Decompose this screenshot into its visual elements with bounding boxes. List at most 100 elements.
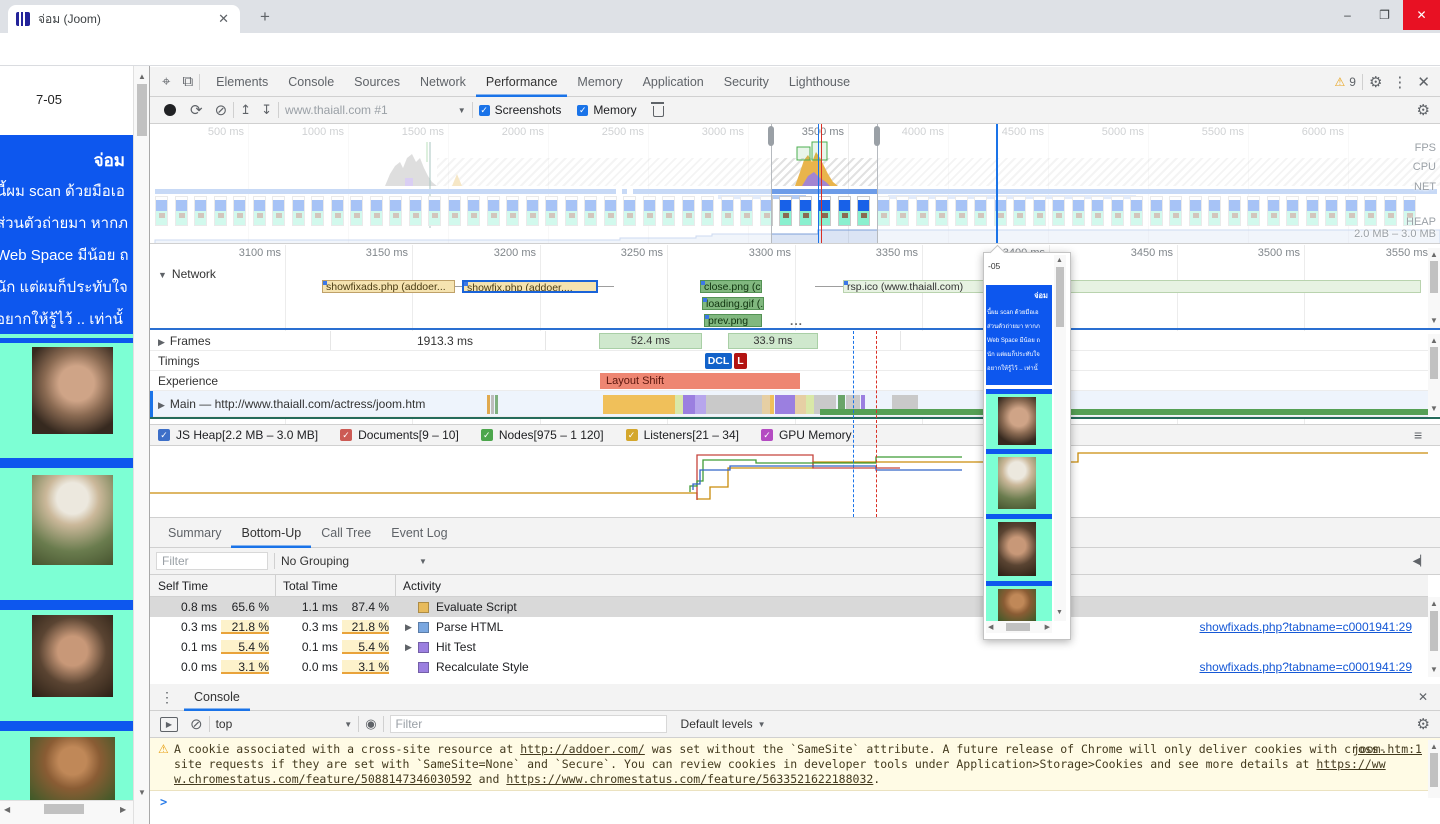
inspect-element-icon[interactable]: ⌖ [162,73,170,90]
counter-gpu-memory[interactable]: ✓GPU Memory [761,428,852,442]
details-tab-bottom-up[interactable]: Bottom-Up [231,518,311,548]
scroll-up-icon[interactable]: ▲ [138,72,146,81]
page-photo[interactable] [30,737,115,800]
page-photo[interactable] [32,615,113,697]
counter-documents[interactable]: ✓Documents[9 – 10] [340,428,459,442]
details-tab-summary[interactable]: Summary [158,518,231,548]
scroll-right-icon[interactable]: ▶ [1045,623,1050,631]
filmstrip-thumbnail[interactable] [838,196,851,226]
warning-source-link[interactable]: joom.htm:1 [1353,742,1422,756]
counter-checkbox[interactable]: ✓ [158,429,170,441]
load-profile-icon[interactable]: ↥ [240,102,251,118]
garbage-collect-icon[interactable] [653,106,664,117]
screenshots-checkbox[interactable]: ✓ [479,105,490,116]
network-request[interactable]: close.png (c... [700,280,762,293]
devtools-tab-network[interactable]: Network [410,67,476,97]
page-photo[interactable] [32,475,113,565]
devtools-tab-application[interactable]: Application [633,67,714,97]
filmstrip-thumbnail[interactable] [779,196,792,226]
window-maximize-button[interactable]: ❐ [1366,0,1403,30]
scroll-down-icon[interactable]: ▼ [1430,665,1438,674]
filmstrip-thumbnail[interactable] [799,196,812,226]
experience-track[interactable]: Experience Layout Shift [150,371,1428,391]
console-scrollbar[interactable]: ▲ [1428,740,1440,798]
console-sidebar-icon[interactable]: ▶ [160,717,178,732]
devtools-tab-memory[interactable]: Memory [567,67,632,97]
drawer-close-icon[interactable]: ✕ [1418,690,1428,704]
chevron-collapsed-icon[interactable]: ▶ [405,622,418,633]
window-close-button[interactable]: ✕ [1403,0,1440,30]
network-request[interactable]: showfix.php (addoer.... [462,280,598,293]
counter-checkbox[interactable]: ✓ [626,429,638,441]
table-row[interactable]: 0.8 ms65.6 %1.1 ms87.4 %Evaluate Script [150,597,1428,617]
timings-track[interactable]: Timings DCLL [150,351,1428,371]
console-filter-input[interactable] [390,715,667,733]
table-row[interactable]: 0.0 ms3.1 %0.0 ms3.1 %Recalculate Styles… [150,657,1428,677]
chevron-down-icon[interactable]: ▼ [419,557,427,566]
network-request[interactable]: showfixads.php (addoer... [322,280,455,293]
chevron-collapsed-icon[interactable]: ▶ [405,642,418,653]
selection-handle-right[interactable] [874,126,880,146]
devtools-tab-sources[interactable]: Sources [344,67,410,97]
column-total-time[interactable]: Total Time [283,579,338,593]
new-tab-button[interactable]: + [252,7,278,29]
chevron-down-icon[interactable]: ▼ [758,720,766,729]
scroll-up-icon[interactable]: ▲ [1430,250,1438,259]
scroll-down-icon[interactable]: ▼ [1430,404,1438,413]
chevron-down-icon[interactable]: ▼ [344,720,352,729]
console-prompt-icon[interactable]: > [160,795,167,809]
counter-checkbox[interactable]: ✓ [761,429,773,441]
column-divider[interactable] [395,575,396,596]
horizontal-scrollbar[interactable]: ◀ ▶ [0,800,133,824]
devtools-menu-icon[interactable]: ⋮ [1392,73,1407,91]
source-link[interactable]: showfixads.php?tabname=c0001941:29 [1200,620,1413,634]
chevron-collapsed-icon[interactable]: ▶ [158,337,165,347]
timing-marker-dcl[interactable]: DCL [705,353,732,369]
scrollbar-thumb[interactable] [1430,611,1438,651]
devtools-tab-lighthouse[interactable]: Lighthouse [779,67,860,97]
context-select[interactable]: top [216,717,233,731]
memory-chart[interactable] [150,446,1428,517]
scroll-down-icon[interactable]: ▼ [138,788,146,797]
counter-checkbox[interactable]: ✓ [481,429,493,441]
warning-count[interactable]: 9 [1349,75,1356,89]
network-request[interactable]: prev.png [704,314,762,327]
frame-bar[interactable]: 52.4 ms [599,333,702,349]
clear-console-icon[interactable]: ⊘ [190,715,203,733]
profile-select[interactable]: www.thaiall.com #1 [285,103,388,117]
selection-handle-left[interactable] [768,126,774,146]
tab-close-icon[interactable]: ✕ [215,11,232,27]
window-minimize-button[interactable]: – [1329,0,1366,30]
network-scrollbar[interactable]: ▲ ▼ [1428,248,1440,328]
filmstrip-thumbnail[interactable] [818,196,831,226]
details-tab-event-log[interactable]: Event Log [381,518,457,548]
scroll-up-icon[interactable]: ▲ [1056,257,1063,264]
scrollbar-thumb[interactable] [1056,267,1064,327]
scroll-up-icon[interactable]: ▲ [1430,599,1438,608]
scrollbar-thumb[interactable] [1430,347,1438,379]
page-vertical-scrollbar[interactable]: ▲ ▼ [133,66,149,824]
filmstrip-thumbnail[interactable] [857,196,870,226]
save-profile-icon[interactable]: ↧ [261,102,272,118]
devtools-tab-performance[interactable]: Performance [476,67,568,97]
console-settings-icon[interactable]: ⚙ [1417,715,1430,733]
network-split-divider[interactable] [150,328,1440,330]
chevron-down-icon[interactable]: ▼ [458,106,466,115]
scrollbar-thumb[interactable] [1006,623,1030,631]
table-row[interactable]: 0.1 ms5.4 %0.1 ms5.4 %▶Hit Test [150,637,1428,657]
devtools-tab-console[interactable]: Console [278,67,344,97]
console-link[interactable]: http://addoer.com/ [520,742,645,756]
column-self-time[interactable]: Self Time [158,579,208,593]
popup-vertical-scrollbar[interactable]: ▲ ▼ [1054,255,1066,621]
network-request[interactable]: rsp.ico (www.thaiall.com) [843,280,1421,293]
scroll-right-icon[interactable]: ▶ [120,805,126,814]
devtools-tab-security[interactable]: Security [714,67,779,97]
reload-profile-icon[interactable]: ⟳ [190,101,203,119]
warning-icon[interactable]: ⚠ [1335,75,1346,89]
scroll-left-icon[interactable]: ◀ [4,805,10,814]
tracks-scrollbar[interactable]: ▲ ▼ [1428,334,1440,416]
bottomup-filter-input[interactable] [156,552,268,570]
column-activity[interactable]: Activity [403,579,441,593]
layout-shift-bar[interactable]: Layout Shift [600,373,800,389]
timeline-overview[interactable]: 500 ms1000 ms1500 ms2000 ms2500 ms3000 m… [150,124,1440,244]
